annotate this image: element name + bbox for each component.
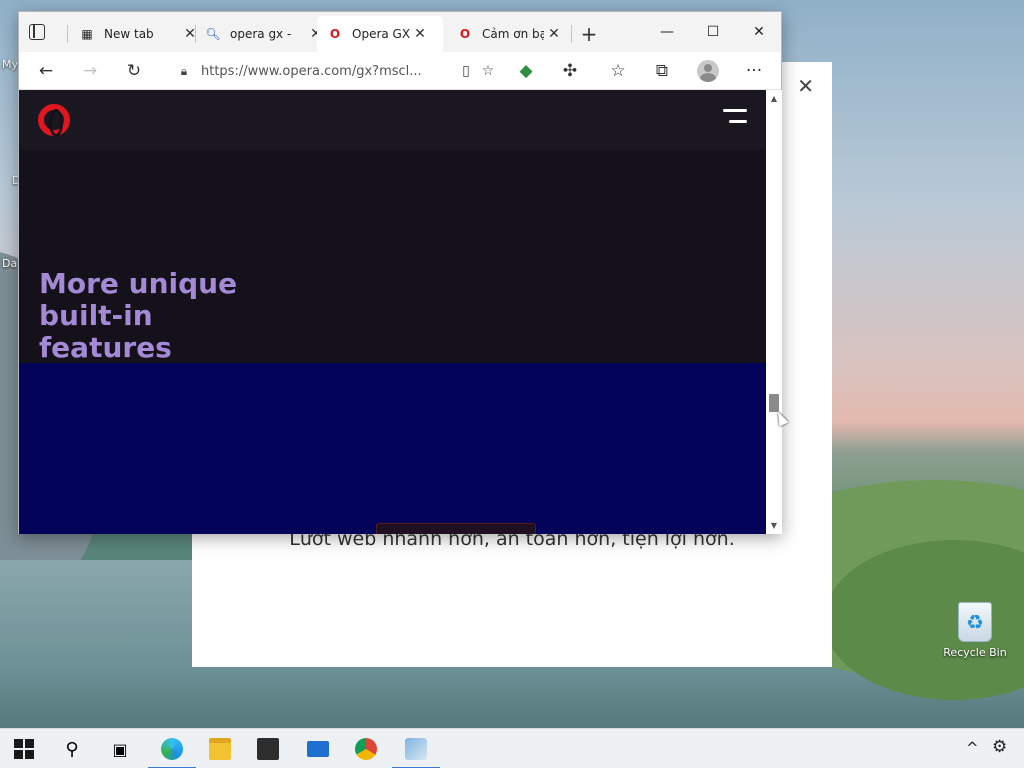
desktop-icon-label[interactable]: Da	[2, 257, 17, 270]
collections-icon[interactable]: ⧉	[649, 59, 675, 83]
recycle-bin[interactable]: ♻ Recycle Bin	[940, 602, 1010, 659]
profile-avatar[interactable]	[697, 60, 719, 82]
favorites-icon[interactable]: ☆	[605, 59, 631, 83]
url-text[interactable]: https://www.opera.com/gx?mscl...	[201, 64, 455, 79]
opera-site-header	[19, 90, 766, 150]
back-button[interactable]: ←	[33, 59, 59, 83]
tab-opera-search[interactable]: 🔍︎ opera gx - ✕	[195, 16, 326, 52]
tab-bar: ▦ New tab ✕ 🔍︎ opera gx - ✕ O Opera GX |…	[19, 12, 781, 52]
taskbar-mail[interactable]	[294, 729, 342, 768]
tab-actions-icon[interactable]	[29, 24, 45, 40]
edge-browser-window: ▦ New tab ✕ 🔍︎ opera gx - ✕ O Opera GX |…	[18, 11, 782, 534]
close-window-button[interactable]: ✕	[745, 20, 773, 44]
extensions-icon[interactable]: ✣	[557, 59, 583, 83]
feature-video-section	[19, 363, 766, 534]
mail-icon	[307, 741, 329, 757]
tab-separator	[571, 25, 572, 43]
taskbar-edge[interactable]	[148, 729, 196, 768]
chrome-icon	[355, 738, 377, 760]
desktop-icon-label[interactable]: My	[2, 58, 18, 71]
lock-icon[interactable]: 🔒︎	[177, 64, 191, 79]
tab-separator	[67, 25, 68, 43]
recycle-bin-icon: ♻	[958, 602, 992, 642]
search-icon: ⚲	[65, 738, 79, 760]
tab-title: Opera GX |	[352, 27, 410, 41]
browser-toolbar: ← → ↻ 🔒︎ https://www.opera.com/gx?mscl..…	[19, 52, 781, 90]
tab-cam-on[interactable]: O Cảm ơn bạ ✕	[447, 16, 564, 52]
hero-title-line: features	[39, 331, 172, 364]
edge-icon	[161, 738, 183, 760]
show-hidden-icons-button[interactable]: ^	[966, 739, 979, 757]
store-icon	[257, 738, 279, 760]
hero-title-line: More unique	[39, 267, 238, 300]
menu-icon[interactable]	[723, 109, 747, 125]
taskbar-chrome[interactable]	[342, 729, 390, 768]
tab-title: New tab	[104, 27, 154, 41]
search-button[interactable]: ⚲	[48, 729, 96, 768]
maximize-button[interactable]: ☐	[699, 20, 727, 44]
search-icon: 🔍︎	[205, 27, 221, 41]
setup-app-icon	[405, 738, 427, 760]
scroll-up-icon[interactable]: ▲	[766, 94, 782, 103]
newtab-icon: ▦	[81, 27, 93, 41]
opera-icon: O	[459, 27, 471, 41]
opera-gx-icon: O	[329, 27, 341, 41]
start-button[interactable]	[0, 729, 48, 768]
settings-more-button[interactable]: ···	[741, 59, 767, 83]
tab-title: opera gx -	[230, 27, 292, 41]
minimize-button[interactable]: —	[653, 20, 681, 44]
taskbar-store[interactable]	[244, 729, 292, 768]
page-scrollbar[interactable]: ▲ ▼	[766, 90, 782, 534]
task-view-icon: ▣	[112, 739, 128, 759]
recycle-bin-label: Recycle Bin	[943, 646, 1007, 659]
hero-title: More unique built-in features	[39, 268, 299, 364]
scrollbar-thumb[interactable]	[769, 394, 779, 412]
taskbar-file-explorer[interactable]	[196, 729, 244, 768]
close-icon[interactable]: ✕	[797, 76, 814, 96]
task-view-button[interactable]: ▣	[96, 729, 144, 768]
scroll-down-icon[interactable]: ▼	[766, 521, 782, 530]
add-favorite-icon[interactable]: ☆	[477, 63, 499, 79]
close-tab-icon[interactable]: ✕	[544, 26, 564, 42]
extension-idm-icon[interactable]: ◆	[513, 59, 539, 83]
taskbar: ⚲ ▣ ^ ⚙	[0, 728, 1024, 768]
tab-title: Cảm ơn bạ	[482, 27, 544, 41]
address-bar[interactable]: 🔒︎ https://www.opera.com/gx?mscl... ▯ ☆	[165, 56, 499, 86]
new-tab-button[interactable]: +	[577, 22, 601, 46]
taskbar-setup-app[interactable]	[392, 729, 440, 768]
folder-icon	[209, 738, 231, 760]
refresh-button[interactable]: ↻	[121, 59, 147, 83]
reading-view-icon[interactable]: ▯	[455, 63, 477, 79]
forward-button[interactable]: →	[77, 59, 103, 83]
page-viewport: More unique built-in features	[19, 90, 766, 534]
windows-icon	[14, 739, 34, 759]
tab-opera-gx[interactable]: O Opera GX | ✕	[317, 16, 443, 52]
feature-preview-bar	[376, 523, 536, 534]
tab-new-tab[interactable]: ▦ New tab ✕	[69, 16, 200, 52]
opera-logo-icon[interactable]	[38, 104, 70, 137]
close-tab-icon[interactable]: ✕	[410, 26, 430, 42]
settings-gear-icon[interactable]: ⚙	[992, 737, 1007, 757]
hero-title-line: built-in	[39, 299, 153, 332]
